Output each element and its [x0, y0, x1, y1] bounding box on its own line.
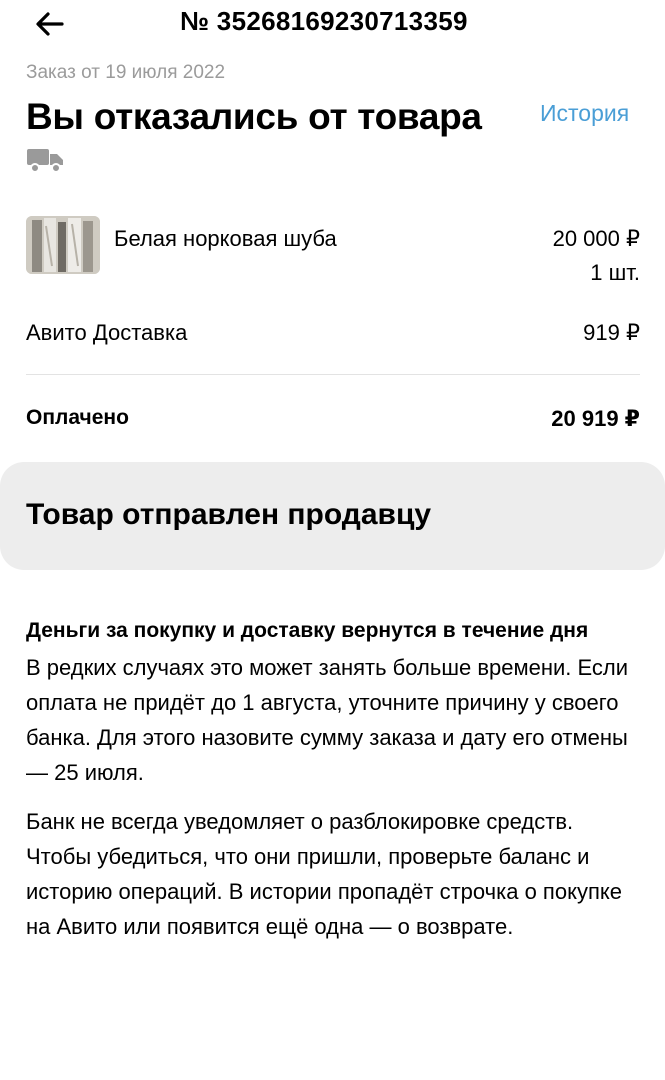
refund-heading: Деньги за покупку и доставку вернутся в …	[26, 619, 589, 642]
paid-row: Оплачено 20 919 ₽	[26, 406, 640, 436]
item-thumbnail	[26, 216, 100, 274]
refund-paragraph-1: В редких случаях это может занять больше…	[26, 655, 629, 785]
back-button[interactable]	[32, 6, 68, 42]
order-item-row[interactable]: Белая норковая шуба 20 000 ₽ 1 шт.	[26, 216, 640, 285]
order-date: Заказ от 19 июля 2022	[26, 62, 226, 83]
item-quantity: 1 шт.	[590, 260, 640, 285]
history-link[interactable]: История	[540, 100, 629, 127]
delivery-label: Авито Доставка	[26, 320, 188, 345]
top-bar: № 35268169230713359	[0, 0, 665, 48]
delivery-row: Авито Доставка 919 ₽	[26, 320, 640, 350]
refund-info: Деньги за покупку и доставку вернутся в …	[26, 614, 634, 944]
delivery-price: 919 ₽	[583, 320, 640, 345]
order-number: № 35268169230713359	[180, 6, 468, 36]
refund-paragraph-2: Банк не всегда уведомляет о разблокировк…	[26, 809, 622, 939]
status-card-title: Товар отправлен продавцу	[26, 498, 432, 531]
item-price: 20 000 ₽	[552, 226, 640, 251]
page-title: Вы отказались от товара	[26, 96, 482, 137]
item-name: Белая норковая шуба	[114, 226, 337, 251]
divider	[26, 374, 640, 375]
paid-total: 20 919 ₽	[551, 406, 640, 431]
paid-label: Оплачено	[26, 406, 129, 429]
status-card: Товар отправлен продавцу	[0, 462, 665, 570]
arrow-left-icon	[36, 12, 64, 36]
truck-icon	[26, 146, 66, 174]
